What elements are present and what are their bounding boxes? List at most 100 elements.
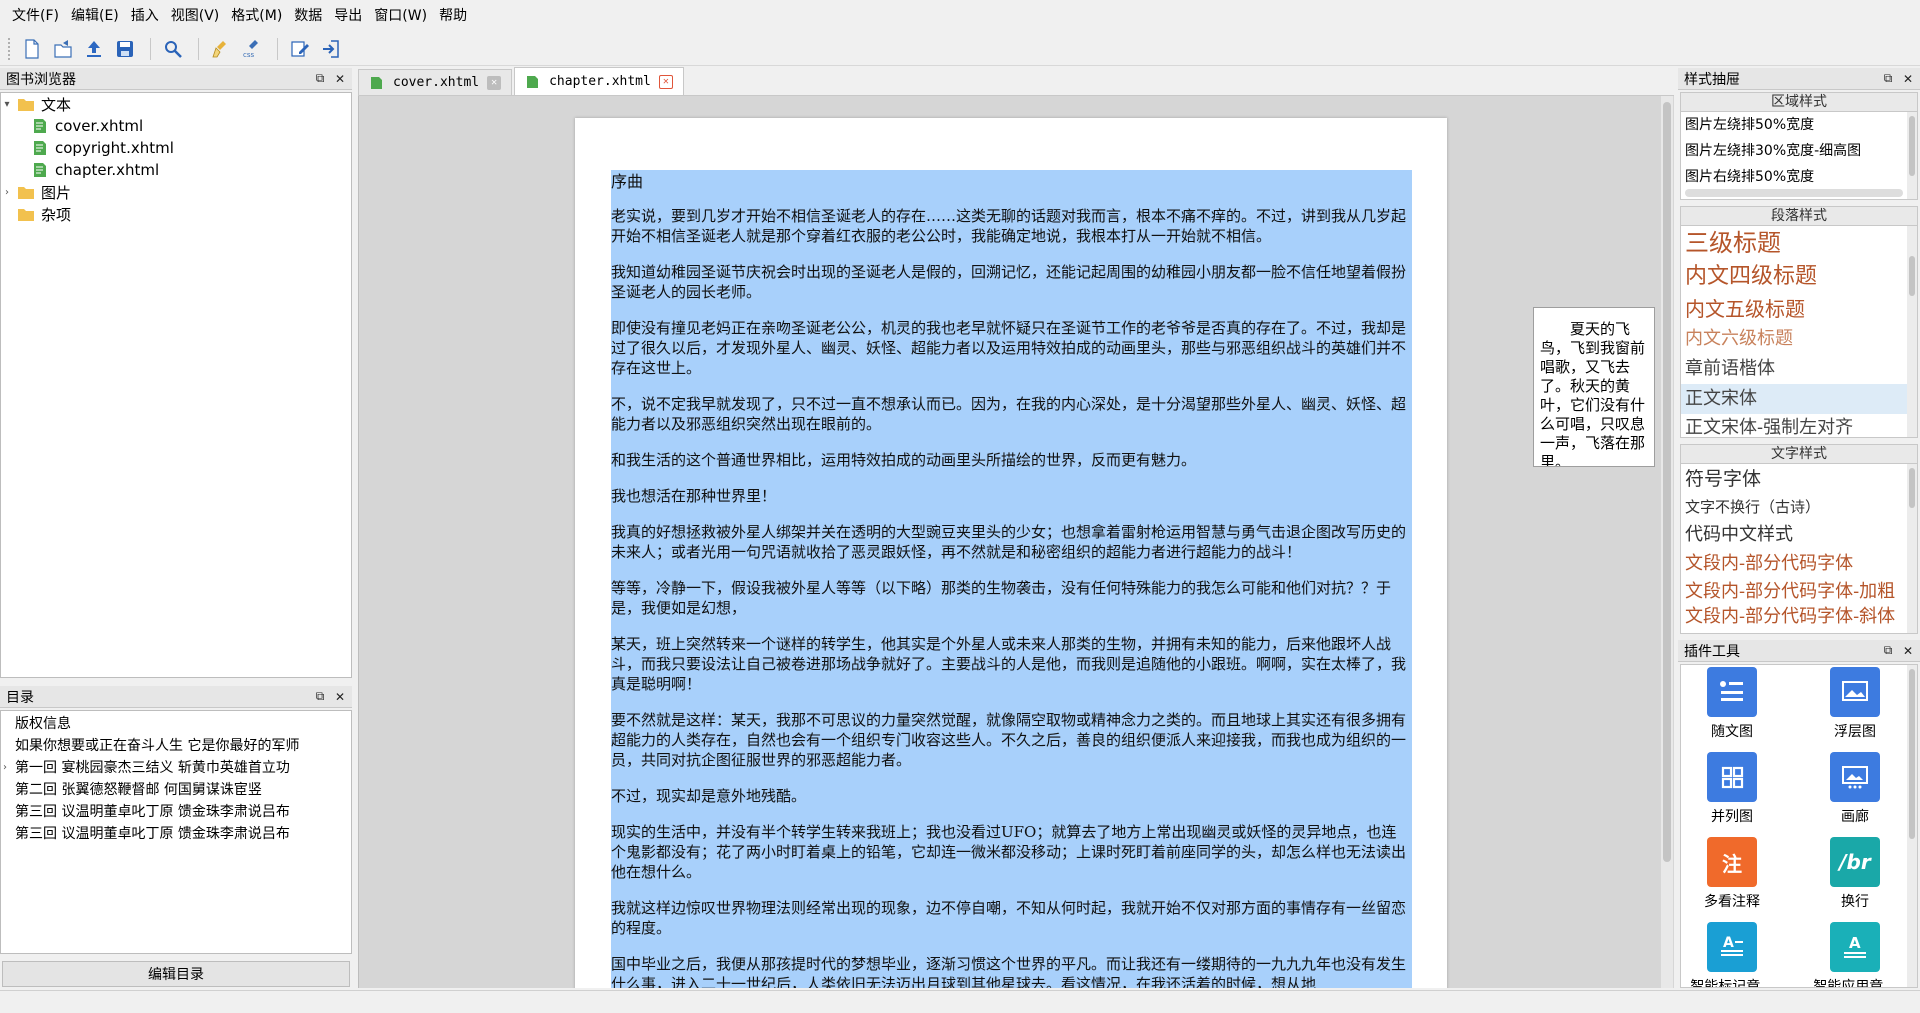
toc-item[interactable]: 版权信息 — [1, 713, 351, 735]
tree-folder-images[interactable]: › 图片 — [1, 181, 351, 203]
close-icon[interactable]: ✕ — [1900, 71, 1916, 87]
paragraph[interactable]: 和我生活的这个普通世界相比，运用特效拍成的动画里头所描绘的世界，反而更有魅力。 — [611, 450, 1412, 470]
paragraph[interactable]: 不，说不定我早就发现了，只不过一直不想承认而已。因为，在我的内心深处，是十分渴望… — [611, 394, 1412, 434]
plugin-annotation[interactable]: 注 多看注释 — [1682, 837, 1782, 911]
paragraph[interactable]: 我也想活在那种世界里！ — [611, 486, 1412, 506]
document-content[interactable]: 序曲 老实说，要到几岁才开始不相信圣诞老人的存在……这类无聊的话题对我而言，根本… — [611, 170, 1412, 988]
menu-export[interactable]: 导出 — [328, 0, 368, 32]
upload-icon[interactable] — [80, 35, 108, 63]
plugin-float-image[interactable]: 浮层图 — [1805, 667, 1905, 741]
style-item[interactable]: 内文五级标题 — [1681, 294, 1917, 324]
style-item[interactable]: 代码中文样式 — [1681, 520, 1917, 550]
close-icon[interactable]: ✕ — [332, 71, 348, 87]
paragraph[interactable]: 我知道幼稚园圣诞节庆祝会时出现的圣诞老人是假的，回溯记忆，还能记起周围的幼稚园小… — [611, 262, 1412, 302]
style-item[interactable]: 图片右绕排50%宽度 — [1681, 164, 1917, 190]
toc-item[interactable]: 第三回 议温明董卓叱丁原 馈金珠李肃说吕布 — [1, 801, 351, 823]
menu-insert[interactable]: 插入 — [125, 0, 165, 32]
menu-format[interactable]: 格式(M) — [225, 0, 288, 32]
search-icon[interactable] — [159, 35, 187, 63]
tree-folder-text[interactable]: ▾ 文本 — [1, 93, 351, 115]
toc-item-expandable[interactable]: › 第一回 宴桃园豪杰三结义 斩黄巾英雄首立功 — [1, 757, 351, 779]
editor-scrollbar[interactable] — [1661, 96, 1673, 988]
paragraph[interactable]: 即使没有撞见老妈正在亲吻圣诞老公公，机灵的我也老早就怀疑只在圣诞节工作的老爷爷是… — [611, 318, 1412, 378]
paragraph[interactable]: 某天，班上突然转来一个谜样的转学生，他其实是个外星人或未来人那类的生物，并拥有未… — [611, 634, 1412, 694]
paragraph[interactable]: 要不然就是这样：某天，我那不可思议的力量突然觉醒，就像隔空取物或精神念力之类的。… — [611, 710, 1412, 770]
tab-chapter[interactable]: chapter.xhtml ✕ — [514, 67, 684, 95]
vertical-scrollbar[interactable] — [1907, 226, 1917, 437]
tree-file-copyright[interactable]: copyright.xhtml — [1, 137, 351, 159]
plugin-grid-image[interactable]: 并列图 — [1682, 752, 1782, 826]
menu-edit[interactable]: 编辑(E) — [65, 0, 125, 32]
paragraph[interactable]: 国中毕业之后，我便从那孩提时代的梦想毕业，逐渐习惯这个世界的平凡。而让我还有一缕… — [611, 954, 1412, 988]
toolbar-grip[interactable] — [8, 37, 12, 60]
menu-file[interactable]: 文件(F) — [6, 0, 65, 32]
menu-help[interactable]: 帮助 — [433, 0, 473, 32]
plugin-gallery[interactable]: 画廊 — [1805, 752, 1905, 826]
new-file-icon[interactable] — [18, 35, 46, 63]
style-item[interactable]: 图片左绕排30%宽度-细高图 — [1681, 138, 1917, 164]
paragraph[interactable]: 老实说，要到几岁才开始不相信圣诞老人的存在……这类无聊的话题对我而言，根本不痛不… — [611, 206, 1412, 246]
tab-cover[interactable]: cover.xhtml ✕ — [358, 69, 513, 95]
style-item[interactable]: 图片左绕排50%宽度 — [1681, 112, 1917, 138]
vertical-scrollbar[interactable] — [1907, 464, 1917, 633]
menu-window[interactable]: 窗口(W) — [368, 0, 433, 32]
toc-item[interactable]: 如果你想要或正在奋斗人生 它是你最好的军师 — [1, 735, 351, 757]
style-item[interactable]: 内文四级标题 — [1681, 260, 1917, 294]
float-panel-icon[interactable]: ⧉ — [1880, 643, 1896, 659]
style-item[interactable]: 三级标题 — [1681, 226, 1917, 260]
float-panel-icon[interactable]: ⧉ — [312, 71, 328, 87]
close-icon[interactable]: ✕ — [487, 75, 502, 90]
chevron-right-icon[interactable]: › — [1, 187, 13, 198]
style-item[interactable]: 文字不换行（古诗） — [1681, 494, 1917, 520]
toc-item[interactable]: 第三回 议温明董卓叱丁原 馈金珠李肃说吕布 — [1, 823, 351, 845]
paragraph[interactable]: 我真的好想拯救被外星人绑架并关在透明的大型豌豆夹里头的少女；也想拿着雷射枪运用智… — [611, 522, 1412, 562]
close-icon[interactable]: ✕ — [658, 74, 673, 89]
chevron-right-icon[interactable]: › — [3, 757, 7, 779]
edit-icon[interactable] — [286, 35, 314, 63]
style-item[interactable]: 文段内-部分代码字体-斜体 — [1681, 606, 1917, 628]
vertical-scrollbar[interactable] — [1907, 665, 1917, 987]
tree-file-chapter[interactable]: chapter.xhtml — [1, 159, 351, 181]
float-panel-icon[interactable]: ⧉ — [312, 689, 328, 705]
menu-data[interactable]: 数据 — [288, 0, 328, 32]
style-item[interactable]: 文段内-部分代码字体 — [1681, 550, 1917, 578]
editor-area[interactable]: 序曲 老实说，要到几岁才开始不相信圣诞老人的存在……这类无聊的话题对我而言，根本… — [358, 96, 1674, 988]
style-item[interactable]: 正文宋体 — [1681, 384, 1917, 414]
clean-icon[interactable] — [207, 35, 235, 63]
open-file-icon[interactable] — [49, 35, 77, 63]
chapter-title[interactable]: 序曲 — [611, 170, 1412, 192]
plugin-inline-image[interactable]: 随文图 — [1682, 667, 1782, 741]
document-page[interactable]: 序曲 老实说，要到几岁才开始不相信圣诞老人的存在……这类无聊的话题对我而言，根本… — [575, 118, 1447, 988]
float-panel-icon[interactable]: ⧉ — [1880, 71, 1896, 87]
css-icon[interactable]: css — [238, 35, 266, 63]
scrollbar-thumb[interactable] — [1663, 102, 1671, 862]
plugin-smart-apply[interactable]: A 智能应用章... — [1805, 922, 1905, 987]
style-item[interactable]: 正文宋体-强制左对齐 — [1681, 414, 1917, 437]
close-icon[interactable]: ✕ — [332, 689, 348, 705]
style-item[interactable]: 符号字体 — [1681, 464, 1917, 494]
tree-folder-misc[interactable]: 杂项 — [1, 203, 351, 225]
plugin-line-break[interactable]: /br 换行 — [1805, 837, 1905, 911]
style-item[interactable]: 章前语楷体 — [1681, 354, 1917, 384]
save-icon[interactable] — [111, 35, 139, 63]
toc-item[interactable]: 第二回 张翼德怒鞭督邮 何国舅谋诛宦竖 — [1, 779, 351, 801]
floating-note[interactable]: 夏天的飞鸟，飞到我窗前唱歌，又飞去了。秋天的黄叶，它们没有什么可唱，只叹息一声，… — [1533, 307, 1655, 467]
tree-file-cover[interactable]: cover.xhtml — [1, 115, 351, 137]
vertical-scrollbar[interactable] — [1907, 112, 1917, 199]
style-item[interactable]: 内文六级标题 — [1681, 324, 1917, 354]
import-icon[interactable] — [317, 35, 345, 63]
line-break-icon: /br — [1830, 837, 1880, 887]
paragraph[interactable]: 不过，现实却是意外地残酷。 — [611, 786, 1412, 806]
plugin-smart-mark[interactable]: A 智能标记章... — [1682, 922, 1782, 987]
tree-item-label: chapter.xhtml — [55, 161, 160, 179]
edit-toc-button[interactable]: 编辑目录 — [2, 961, 350, 987]
paragraph[interactable]: 我就这样边惊叹世界物理法则经常出现的现象，边不停自嘲，不知从何时起，我就开始不仅… — [611, 898, 1412, 938]
chevron-down-icon[interactable]: ▾ — [1, 99, 13, 110]
close-icon[interactable]: ✕ — [1900, 643, 1916, 659]
paragraph[interactable]: 现实的生活中，并没有半个转学生转来我班上；我也没看过UFO；就算去了地方上常出现… — [611, 822, 1412, 882]
toc-list: 版权信息 如果你想要或正在奋斗人生 它是你最好的军师 › 第一回 宴桃园豪杰三结义… — [0, 710, 352, 954]
menu-view[interactable]: 视图(V) — [165, 0, 226, 32]
style-item[interactable]: 文段内-部分代码字体-加粗 — [1681, 578, 1917, 606]
paragraph[interactable]: 等等，冷静一下，假设我被外星人等等（以下略）那类的生物袭击，没有任何特殊能力的我… — [611, 578, 1412, 618]
horizontal-scrollbar[interactable] — [1685, 189, 1903, 197]
